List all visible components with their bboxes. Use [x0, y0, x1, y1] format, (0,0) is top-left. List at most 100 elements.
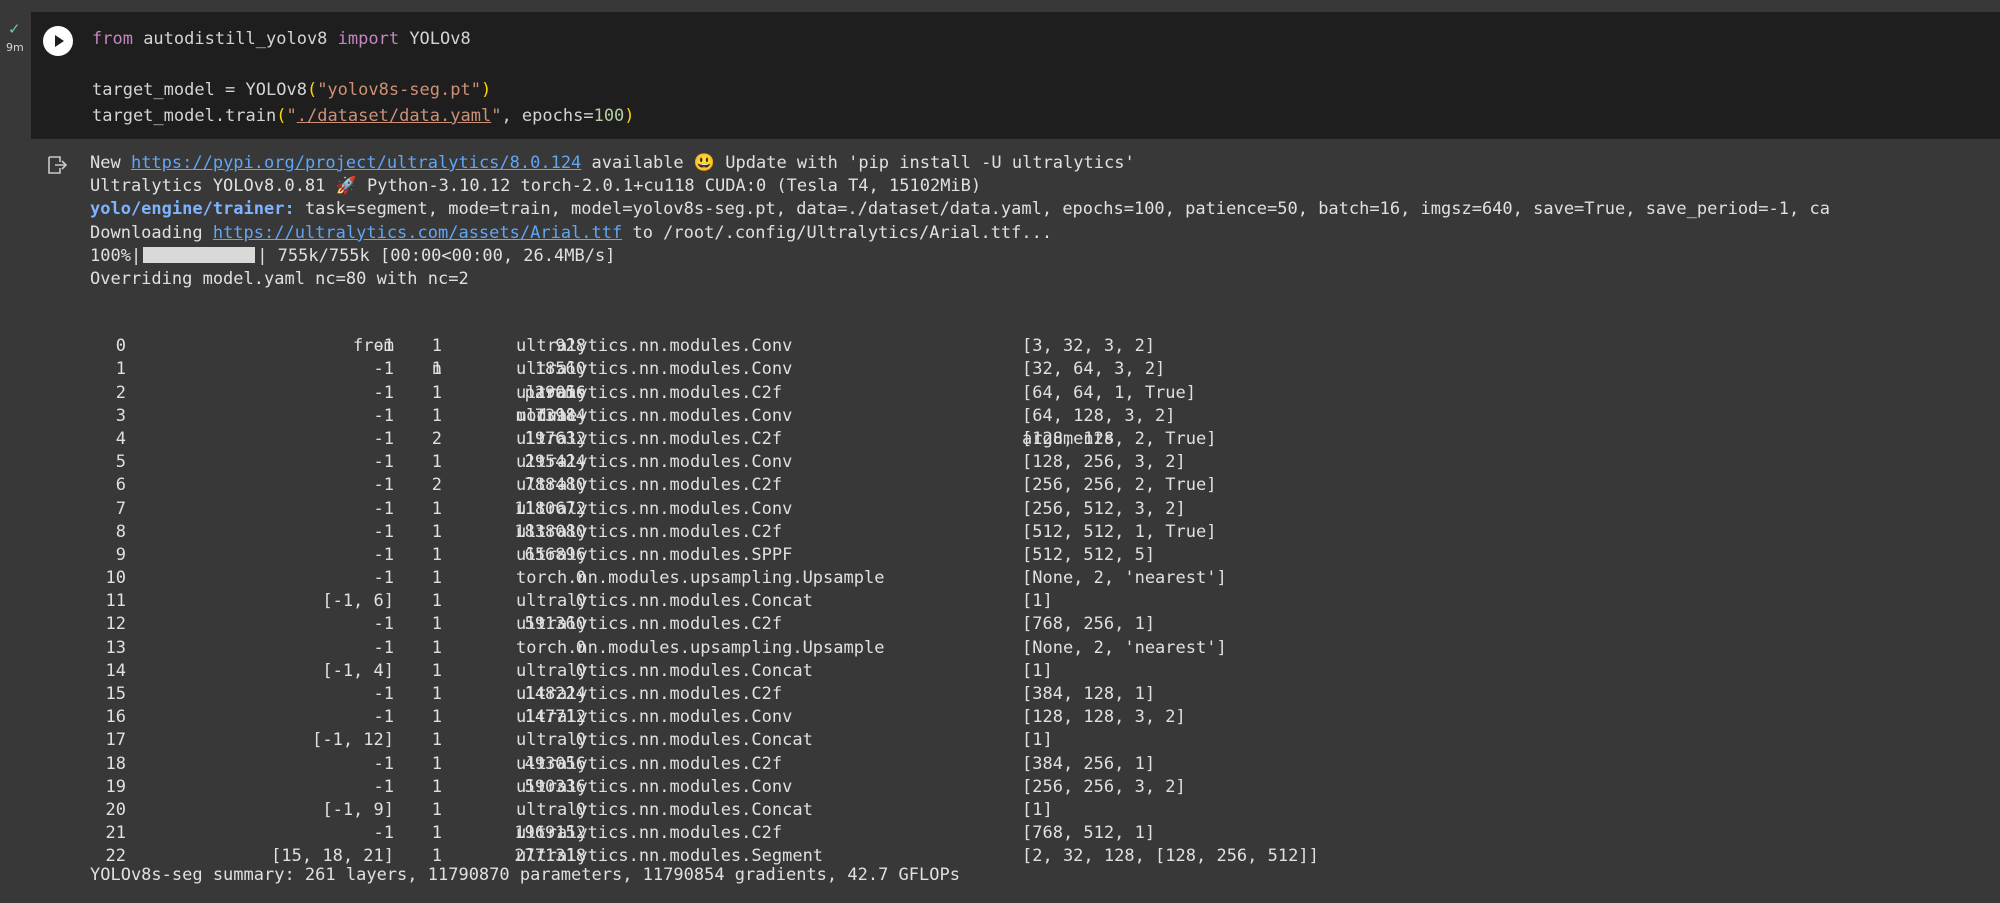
cell-args: [768, 512, 1]: [1022, 823, 1156, 844]
cell-args: [64, 128, 3, 2]: [1022, 405, 1176, 426]
output-line-progress: 100%| | 755k/755k [00:00<00:00, 26.4MB/s]: [90, 245, 616, 266]
dataset-path-link[interactable]: ./dataset/data.yaml: [297, 106, 491, 126]
pypi-link[interactable]: https://pypi.org/project/ultralytics/8.0…: [131, 153, 581, 173]
table-row: 13 -1 1 0 torch.nn.modules.upsampling.Upsamp…: [90, 637, 1227, 660]
cell-idx: 20: [105, 799, 126, 820]
model-summary-line: YOLOv8s-seg summary: 261 layers, 1179087…: [90, 865, 960, 885]
execution-time: 9m: [6, 41, 24, 54]
font-download-link[interactable]: https://ultralytics.com/assets/Arial.ttf: [213, 223, 622, 243]
cell-idx: 3: [115, 405, 126, 426]
cell-idx: 12: [105, 614, 126, 635]
cell-args: [128, 256, 3, 2]: [1022, 452, 1186, 473]
output-line-override: Overriding model.yaml nc=80 with nc=2: [90, 269, 469, 290]
cell-n: 1: [431, 637, 442, 658]
cell-module: ultralytics.nn.modules.C2f: [516, 753, 783, 774]
code-line-3: target_model = YOLOv8("yolov8s-seg.pt"): [92, 80, 492, 100]
cell-module: ultralytics.nn.modules.Concat: [516, 591, 813, 612]
cell-module: ultralytics.nn.modules.C2f: [516, 823, 783, 844]
cell-n: 1: [431, 776, 442, 797]
cell-args: [512, 512, 1, True]: [1022, 521, 1217, 542]
cell-from: -1: [373, 336, 394, 357]
output-line-update: New https://pypi.org/project/ultralytics…: [90, 153, 1135, 173]
cell-module: ultralytics.nn.modules.C2f: [516, 614, 783, 635]
cell-idx: 13: [105, 637, 126, 658]
cell-n: 1: [431, 707, 442, 728]
table-row: 10 -1 1 0 torch.nn.modules.upsampling.Upsamp…: [90, 567, 1227, 590]
table-row: 18 -1 1 493056 ultralytics.nn.modules.C2f [38…: [90, 753, 1156, 776]
cell-idx: 9: [115, 544, 126, 565]
cell-from: -1: [373, 614, 394, 635]
check-icon: ✓: [8, 20, 21, 38]
cell-from: -1: [373, 475, 394, 496]
cell-n: 2: [431, 475, 442, 496]
code-editor[interactable]: from autodistill_yolov8 import YOLOv8 ta…: [31, 12, 2000, 139]
table-row: 21 -1 1 1969152 ultralytics.nn.modules.C2f [7…: [90, 822, 1156, 845]
cell-from: -1: [373, 684, 394, 704]
table-row: 16 -1 1 147712 ultralytics.nn.modules.Conv [1…: [90, 706, 1186, 729]
table-row: 20 [-1, 9] 1 0 ultralytics.nn.modules.Concat…: [90, 799, 1053, 822]
cell-idx: 14: [105, 660, 126, 681]
cell-from: -1: [373, 568, 394, 589]
cell-n: 2: [431, 428, 442, 449]
cell-n: 1: [431, 568, 442, 589]
table-row: 17 [-1, 12] 1 0 ultralytics.nn.modules.Conca…: [90, 729, 1053, 752]
table-row: 4 -1 2 197632 ultralytics.nn.modules.C2f [128…: [90, 428, 1217, 451]
cell-idx: 6: [115, 475, 126, 496]
cell-args: [256, 256, 3, 2]: [1022, 776, 1186, 797]
cell-module: ultralytics.nn.modules.Conv: [516, 776, 793, 797]
cell-from: -1: [373, 637, 394, 658]
cell-args: [512, 512, 5]: [1022, 544, 1156, 565]
cell-idx: 18: [105, 753, 126, 774]
table-row: 1 -1 1 18560 ultralytics.nn.modules.Conv [32,…: [90, 358, 1166, 381]
cell-module: ultralytics.nn.modules.Concat: [516, 660, 813, 681]
model-summary-table: from n params module arguments 0 -1 1 928 ul…: [90, 312, 1319, 869]
cell-module: ultralytics.nn.modules.C2f: [516, 684, 783, 704]
cell-args: [1]: [1022, 799, 1053, 820]
cell-n: 1: [431, 591, 442, 612]
code-line-1: from autodistill_yolov8 import YOLOv8: [92, 29, 471, 49]
cell-from: -1: [373, 382, 394, 403]
cell-n: 1: [431, 614, 442, 635]
cell-from: -1: [373, 823, 394, 844]
table-row: 14 [-1, 4] 1 0 ultralytics.nn.modules.Concat…: [90, 660, 1053, 683]
cell-n: 1: [431, 405, 442, 426]
output-menu-icon[interactable]: [46, 154, 68, 176]
table-row: 2 -1 1 29056 ultralytics.nn.modules.C2f [64, …: [90, 382, 1196, 405]
cell-from: -1: [373, 753, 394, 774]
cell-module: ultralytics.nn.modules.SPPF: [516, 544, 793, 565]
cell-args: [128, 128, 3, 2]: [1022, 707, 1186, 728]
cell-module: ultralytics.nn.modules.Concat: [516, 799, 813, 820]
cell-args: [64, 64, 1, True]: [1022, 382, 1196, 403]
cell-n: 1: [431, 660, 442, 681]
cell-gutter: ✓ 9m: [0, 0, 30, 60]
cell-module: ultralytics.nn.modules.Concat: [516, 730, 813, 751]
cell-module: ultralytics.nn.modules.C2f: [516, 428, 783, 449]
cell-n: 1: [431, 753, 442, 774]
table-row: 8 -1 1 1838080 ultralytics.nn.modules.C2f [51…: [90, 521, 1217, 544]
cell-args: [1]: [1022, 730, 1053, 751]
cell-n: 1: [431, 359, 442, 380]
code-text[interactable]: from autodistill_yolov8 import YOLOv8 ta…: [92, 27, 635, 129]
cell-idx: 8: [115, 521, 126, 542]
cell-module: ultralytics.nn.modules.Conv: [516, 707, 793, 728]
cell-from: -1: [373, 776, 394, 797]
cell-module: torch.nn.modules.upsampling.Upsample: [516, 637, 885, 658]
cell-args: [256, 512, 3, 2]: [1022, 498, 1186, 519]
cell-from: -1: [373, 452, 394, 473]
cell-output: New https://pypi.org/project/ultralytics…: [0, 139, 2000, 903]
cell-args: [32, 64, 3, 2]: [1022, 359, 1166, 380]
cell-n: 1: [431, 498, 442, 519]
cell-n: 1: [431, 521, 442, 542]
cell-args: [None, 2, 'nearest']: [1022, 637, 1227, 658]
table-row: 5 -1 1 295424 ultralytics.nn.modules.Conv [12…: [90, 451, 1186, 474]
cell-module: ultralytics.nn.modules.Conv: [516, 405, 793, 426]
table-header: from n params module arguments: [353, 336, 1115, 450]
cell-args: [1]: [1022, 660, 1053, 681]
cell-args: [256, 256, 2, True]: [1022, 475, 1217, 496]
cell-idx: 4: [115, 428, 126, 449]
cell-from: [-1, 12]: [312, 730, 394, 751]
run-cell-button[interactable]: [43, 26, 73, 56]
cell-args: [None, 2, 'nearest']: [1022, 568, 1227, 589]
cell-from: [-1, 4]: [322, 660, 394, 681]
cell-idx: 5: [115, 452, 126, 473]
